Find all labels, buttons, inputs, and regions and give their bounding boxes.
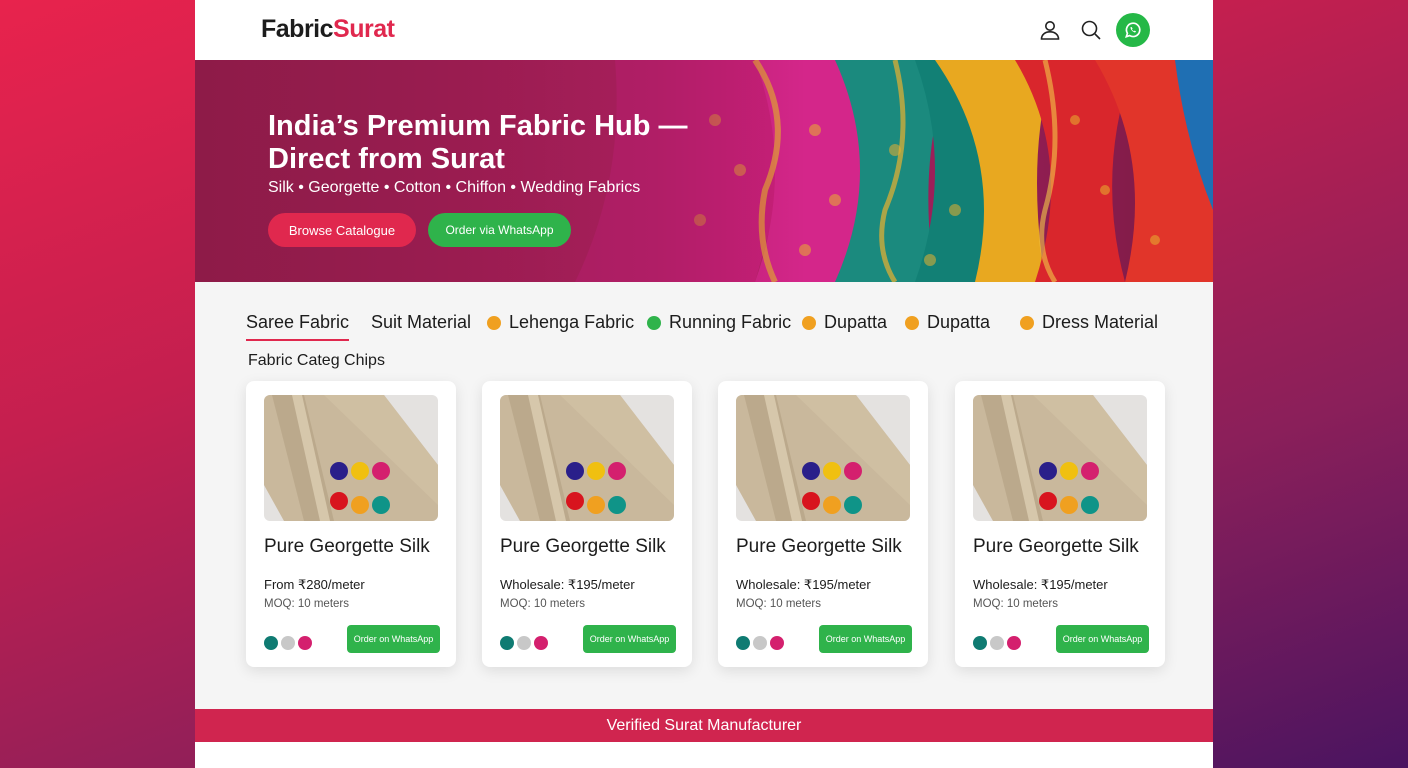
color-swatch[interactable] bbox=[534, 636, 548, 650]
hero-banner: India’s Premium Fabric Hub — Direct from… bbox=[195, 60, 1213, 282]
chip-lehenga-fabric[interactable]: Lehenga Fabric bbox=[487, 312, 634, 333]
product-image[interactable] bbox=[973, 395, 1147, 521]
chip-dot-icon bbox=[802, 315, 816, 330]
product-moq: MOQ: 10 meters bbox=[736, 598, 821, 610]
color-swatch[interactable] bbox=[264, 636, 278, 650]
color-swatches bbox=[973, 636, 1021, 650]
color-swatch[interactable] bbox=[500, 636, 514, 650]
order-whatsapp-hero-button[interactable]: Order via WhatsApp bbox=[428, 213, 571, 247]
color-swatch[interactable] bbox=[753, 636, 767, 650]
page: FabricSurat India’s Premium Fabric Hub —… bbox=[195, 0, 1213, 768]
chip-dress-material[interactable]: Dress Material bbox=[1020, 312, 1158, 333]
chip-label: Suit Material bbox=[371, 312, 472, 332]
chip-suit-material[interactable]: Suit Material bbox=[371, 312, 471, 333]
order-whatsapp-button[interactable]: Order on WhatsApp bbox=[819, 625, 912, 653]
chip-dot-icon bbox=[905, 315, 919, 330]
chip-dupatta-2[interactable]: Dupatta bbox=[905, 312, 990, 333]
chip-saree-fabric[interactable]: Saree Fabric bbox=[246, 312, 350, 341]
hero-subtitle: Silk • Georgette • Cotton • Chiffon • We… bbox=[268, 179, 641, 196]
product-name: Pure Georgette Silk bbox=[736, 536, 902, 557]
color-swatch[interactable] bbox=[736, 636, 750, 650]
section-label: Fabric Categ Chips bbox=[248, 352, 385, 369]
chip-dot-icon bbox=[647, 315, 661, 330]
color-swatch[interactable] bbox=[517, 636, 531, 650]
verified-banner: Verified Surat Manufacturer bbox=[195, 709, 1213, 742]
logo[interactable]: FabricSurat bbox=[261, 15, 395, 44]
logo-text-fabric: Fabric bbox=[261, 15, 334, 43]
chip-label: Dupatta bbox=[927, 312, 991, 332]
order-whatsapp-button[interactable]: Order on WhatsApp bbox=[1056, 625, 1149, 653]
chip-label: Saree Fabric bbox=[246, 312, 350, 332]
chip-label: Dress Material bbox=[1042, 312, 1159, 332]
product-card[interactable]: Pure Georgette Silk From ₹280/meter MOQ: 1… bbox=[246, 381, 456, 667]
logo-text-surat: Surat bbox=[333, 15, 395, 43]
chip-dot-icon bbox=[1020, 315, 1034, 330]
chip-label: Lehenga Fabric bbox=[509, 312, 635, 332]
color-swatches bbox=[264, 636, 312, 650]
product-image[interactable] bbox=[736, 395, 910, 521]
product-name: Pure Georgette Silk bbox=[264, 536, 430, 557]
color-swatch[interactable] bbox=[281, 636, 295, 650]
product-moq: MOQ: 10 meters bbox=[264, 598, 349, 610]
chip-dot-icon bbox=[487, 315, 501, 330]
product-price: From ₹280/meter bbox=[264, 577, 365, 592]
product-price: Wholesale: ₹195/meter bbox=[736, 577, 871, 592]
chip-label: Running Fabric bbox=[669, 312, 792, 332]
color-swatch[interactable] bbox=[770, 636, 784, 650]
whatsapp-header-button[interactable] bbox=[1116, 13, 1150, 47]
chip-label: Dupatta bbox=[824, 312, 888, 332]
bottom-strip bbox=[195, 742, 1213, 768]
product-name: Pure Georgette Silk bbox=[500, 536, 666, 557]
product-moq: MOQ: 10 meters bbox=[973, 598, 1058, 610]
product-image[interactable] bbox=[264, 395, 438, 521]
search-icon[interactable] bbox=[1079, 18, 1103, 42]
browse-catalogue-button[interactable]: Browse Catalogue bbox=[268, 213, 416, 247]
color-swatches bbox=[736, 636, 784, 650]
color-swatch[interactable] bbox=[973, 636, 987, 650]
product-card[interactable]: Pure Georgette Silk Wholesale: ₹195/meter… bbox=[955, 381, 1165, 667]
chip-running-fabric[interactable]: Running Fabric bbox=[647, 312, 791, 333]
order-whatsapp-button[interactable]: Order on WhatsApp bbox=[347, 625, 440, 653]
color-swatches bbox=[500, 636, 548, 650]
color-swatch[interactable] bbox=[298, 636, 312, 650]
hero-title: India’s Premium Fabric Hub — Direct from… bbox=[268, 110, 688, 175]
product-image[interactable] bbox=[500, 395, 674, 521]
product-card[interactable]: Pure Georgette Silk Wholesale: ₹195/meter… bbox=[718, 381, 928, 667]
product-moq: MOQ: 10 meters bbox=[500, 598, 585, 610]
chip-dupatta[interactable]: Dupatta bbox=[802, 312, 887, 333]
user-icon[interactable] bbox=[1038, 18, 1062, 42]
product-name: Pure Georgette Silk bbox=[973, 536, 1139, 557]
color-swatch[interactable] bbox=[1007, 636, 1021, 650]
product-price: Wholesale: ₹195/meter bbox=[500, 577, 635, 592]
product-price: Wholesale: ₹195/meter bbox=[973, 577, 1108, 592]
color-swatch[interactable] bbox=[990, 636, 1004, 650]
whatsapp-icon bbox=[1125, 22, 1141, 38]
order-whatsapp-button[interactable]: Order on WhatsApp bbox=[583, 625, 676, 653]
site-header: FabricSurat bbox=[195, 0, 1213, 60]
product-card[interactable]: Pure Georgette Silk Wholesale: ₹195/meter… bbox=[482, 381, 692, 667]
